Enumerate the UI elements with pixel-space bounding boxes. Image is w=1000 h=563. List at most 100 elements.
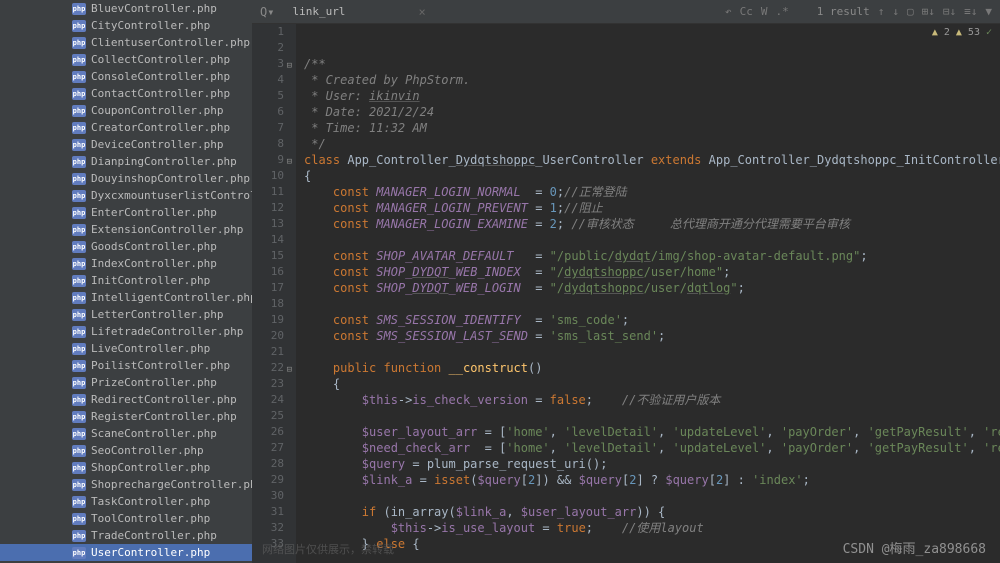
file-tree-item[interactable]: phpUserController.php <box>0 544 252 561</box>
file-name: LifetradeController.php <box>91 325 243 338</box>
inspection-indicator[interactable]: ▲2 ▲53 ✓ <box>932 27 992 38</box>
file-tree-item[interactable]: phpGoodsController.php <box>0 238 252 255</box>
php-file-icon: php <box>72 274 86 288</box>
php-file-icon: php <box>72 189 86 203</box>
php-file-icon: php <box>72 172 86 186</box>
file-tree-item[interactable]: php TradeController.php <box>0 527 252 544</box>
file-name: SeoController.php <box>91 444 204 457</box>
file-tree-item[interactable]: phpLiveController.php <box>0 340 252 357</box>
file-tree-item[interactable]: phpCollectController.php <box>0 51 252 68</box>
php-file-icon: php <box>72 376 86 390</box>
php-file-icon: php <box>72 512 86 526</box>
add-selection-icon[interactable]: ⊞↓ <box>922 5 935 18</box>
file-name: ShoprechargeController.php <box>91 478 252 491</box>
php-file-icon: php <box>72 121 86 135</box>
php-file-icon: php <box>72 325 86 339</box>
search-icon: Q▾ <box>260 5 274 19</box>
file-tree-item[interactable]: php CreatorController.php <box>0 119 252 136</box>
php-file-icon: php <box>72 2 86 16</box>
settings-icon[interactable]: ≡↓ <box>964 5 977 18</box>
file-tree-item[interactable]: phpScaneController.php <box>0 425 252 442</box>
file-tree-item[interactable]: phpRedirectController.php <box>0 391 252 408</box>
next-match-icon[interactable]: ↓ <box>892 5 899 18</box>
warning-icon: ▲ <box>956 27 962 38</box>
php-file-icon: php <box>72 36 86 50</box>
php-file-icon: php <box>72 291 86 305</box>
remove-selection-icon[interactable]: ⊟↓ <box>943 5 956 18</box>
file-name: ContactController.php <box>91 87 230 100</box>
file-tree-item[interactable]: phpCouponController.php <box>0 102 252 119</box>
file-tree-item[interactable]: php LifetradeController.php <box>0 323 252 340</box>
code-content[interactable]: /** * Created by PhpStorm. * User: ikinv… <box>296 24 1000 563</box>
file-name: LiveController.php <box>91 342 210 355</box>
file-name: DouyinshopController.php <box>91 172 250 185</box>
prev-occurrence-icon[interactable]: ↶ <box>725 5 732 18</box>
file-tree-item[interactable]: php IndexController.php <box>0 255 252 272</box>
select-all-icon[interactable]: ▢ <box>907 5 914 18</box>
php-file-icon: php <box>72 427 86 441</box>
file-name: InitController.php <box>91 274 210 287</box>
find-bar: Q▾ × ↶ Cc W .* 1 result ↑ ↓ ▢ ⊞↓ ⊟↓ ≡↓ ▼ <box>252 0 1000 24</box>
file-name: ConsoleController.php <box>91 70 230 83</box>
php-file-icon: php <box>72 19 86 33</box>
file-name: CreatorController.php <box>91 121 230 134</box>
file-name: ClientuserController.php <box>91 36 250 49</box>
file-tree-item[interactable]: phpLetterController.php <box>0 306 252 323</box>
regex-icon[interactable]: .* <box>776 5 789 18</box>
php-file-icon: php <box>72 478 86 492</box>
file-tree-item[interactable]: php CityController.php <box>0 17 252 34</box>
file-tree-item[interactable]: phpDyxcxmountuserlistController.php <box>0 187 252 204</box>
file-name: PoilistController.php <box>91 359 230 372</box>
file-tree-item[interactable]: php PoilistController.php <box>0 357 252 374</box>
file-tree-item[interactable]: php InitController.php <box>0 272 252 289</box>
file-name: GoodsController.php <box>91 240 217 253</box>
file-tree-item[interactable]: php IntelligentController.php <box>0 289 252 306</box>
file-tree-item[interactable]: php ConsoleController.php <box>0 68 252 85</box>
php-file-icon: php <box>72 70 86 84</box>
file-tree-item[interactable]: phpContactController.php <box>0 85 252 102</box>
file-tree-item[interactable]: phpDeviceController.php <box>0 136 252 153</box>
file-name: PrizeController.php <box>91 376 217 389</box>
php-file-icon: php <box>72 529 86 543</box>
prev-match-icon[interactable]: ↑ <box>878 5 885 18</box>
php-file-icon: php <box>72 155 86 169</box>
file-tree-item[interactable]: php EnterController.php <box>0 204 252 221</box>
file-name: EnterController.php <box>91 206 217 219</box>
filter-icon[interactable]: ▼ <box>985 5 992 18</box>
file-tree-item[interactable]: php DianpingController.php <box>0 153 252 170</box>
file-tree-item[interactable]: php PrizeController.php <box>0 374 252 391</box>
file-tree-item[interactable]: phpExtensionController.php <box>0 221 252 238</box>
words-icon[interactable]: W <box>761 5 768 18</box>
file-name: TradeController.php <box>91 529 217 542</box>
file-tree-item[interactable]: php TaskController.php <box>0 493 252 510</box>
file-tree-item[interactable]: php ShoprechargeController.php <box>0 476 252 493</box>
file-tree[interactable]: phpBluevController.phpphpCityController.… <box>0 0 252 563</box>
file-name: DianpingController.php <box>91 155 237 168</box>
match-case-icon[interactable]: Cc <box>740 5 753 18</box>
file-name: CityController.php <box>91 19 210 32</box>
file-name: IntelligentController.php <box>91 291 252 304</box>
file-tree-item[interactable]: php DouyinshopController.php <box>0 170 252 187</box>
file-name: IndexController.php <box>91 257 217 270</box>
php-file-icon: php <box>72 461 86 475</box>
file-name: RedirectController.php <box>91 393 237 406</box>
file-tree-item[interactable]: phpSeoController.php <box>0 442 252 459</box>
php-file-icon: php <box>72 257 86 271</box>
php-file-icon: php <box>72 410 86 424</box>
php-file-icon: php <box>72 495 86 509</box>
php-file-icon: php <box>72 53 86 67</box>
php-file-icon: php <box>72 206 86 220</box>
code-editor[interactable]: 123⊟456789⊟10111213141516171819202122⊟23… <box>252 24 1000 563</box>
warning-count-1: 2 <box>944 27 950 38</box>
file-name: RegisterController.php <box>91 410 237 423</box>
file-name: TaskController.php <box>91 495 210 508</box>
clear-search-icon[interactable]: × <box>418 5 425 19</box>
php-file-icon: php <box>72 359 86 373</box>
file-tree-item[interactable]: php ClientuserController.php <box>0 34 252 51</box>
file-tree-item[interactable]: phpBluevController.php <box>0 0 252 17</box>
file-tree-item[interactable]: php RegisterController.php <box>0 408 252 425</box>
file-tree-item[interactable]: phpToolController.php <box>0 510 252 527</box>
file-tree-item[interactable]: phpShopController.php <box>0 459 252 476</box>
warning-icon: ▲ <box>932 27 938 38</box>
search-input[interactable] <box>288 3 408 20</box>
